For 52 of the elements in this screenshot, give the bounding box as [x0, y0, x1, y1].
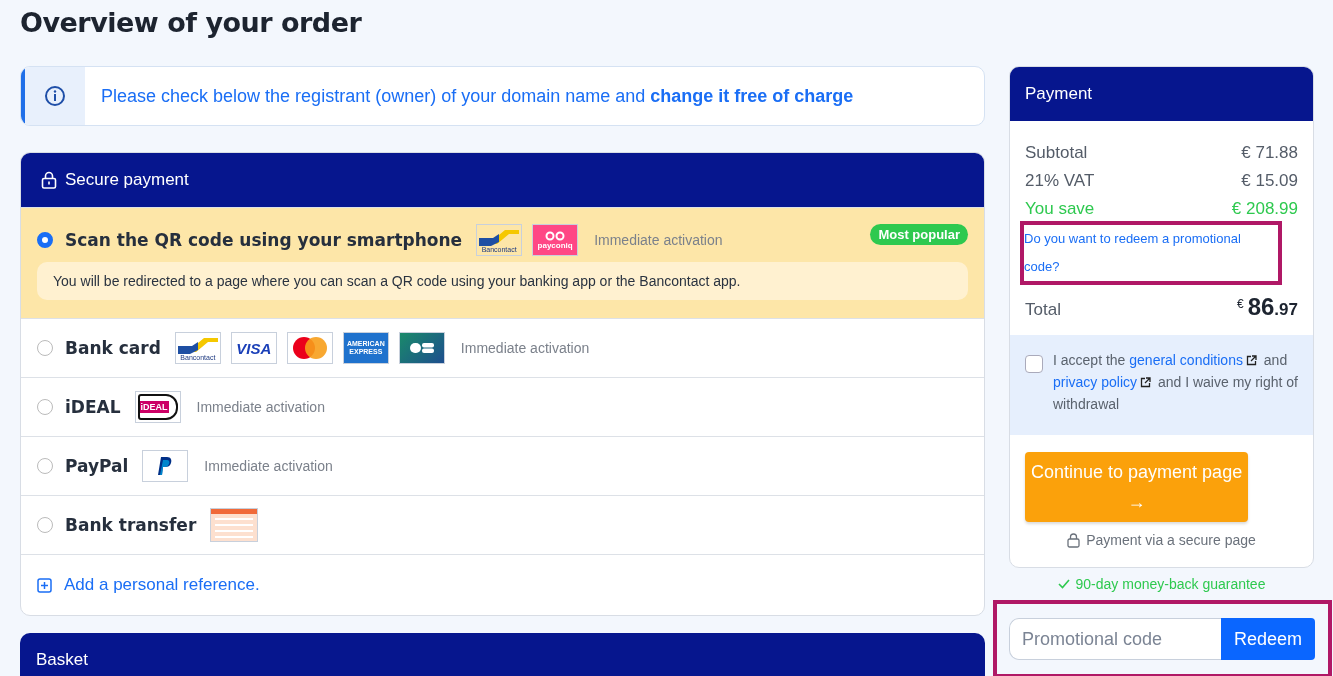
guarantee-text: 90-day money-back guarantee [1075, 576, 1266, 592]
cb-logo [398, 332, 445, 364]
external-link-icon [1140, 377, 1152, 388]
card-title: Payment [1025, 84, 1093, 104]
terms-text: I accept the general conditions and privacy policy and I waive my right of withdrawal [1053, 351, 1298, 414]
panel-title: Secure payment [65, 170, 189, 190]
total-label: Total [1025, 300, 1061, 320]
terms-link[interactable]: privacy policy [1053, 374, 1138, 390]
activation-note: Immediate activation [196, 399, 325, 415]
external-link-icon [1245, 355, 1257, 366]
promo-code-field[interactable]: Promotional code [1009, 618, 1221, 660]
lock-icon [41, 171, 57, 189]
radio-button[interactable] [37, 458, 53, 474]
radio-button[interactable] [37, 399, 53, 415]
check-icon [1057, 579, 1070, 589]
line-value: € 71.88 [1241, 142, 1298, 164]
secure-note: Payment via a secure page [1086, 532, 1256, 548]
radio-button[interactable] [37, 517, 53, 533]
radio-button[interactable] [37, 340, 53, 356]
activation-note: Immediate activation [594, 232, 723, 248]
notice-text: Please check below the registrant (owner) of your domain name and change it free of charge [101, 85, 854, 107]
page-title: Overview of your order [20, 6, 363, 40]
info-icon [44, 85, 66, 107]
payment-method-label[interactable]: Bank transfer [65, 515, 197, 535]
popular-badge: Most popular [870, 224, 968, 245]
payment-method-label[interactable]: Scan the QR code using your smartphone [65, 230, 463, 250]
payment-method-label[interactable]: iDEAL [65, 397, 121, 417]
activation-note: Immediate activation [204, 458, 333, 474]
line-value: € 208.99 [1231, 198, 1298, 220]
radio-button[interactable] [37, 232, 53, 248]
terms-link[interactable]: general conditions [1129, 352, 1243, 368]
line-value: € 15.09 [1241, 170, 1298, 192]
line-label: Subtotal [1025, 142, 1088, 164]
terms-checkbox[interactable] [1025, 355, 1043, 373]
activation-note: Immediate activation [460, 340, 590, 356]
transfer-form-logo [210, 508, 259, 542]
payment-method-label[interactable]: Bank card [65, 338, 161, 358]
paypal-logo [142, 450, 189, 482]
line-label: You save [1025, 198, 1095, 220]
plus-square-icon[interactable] [37, 577, 52, 593]
line-label: 21% VAT [1025, 170, 1095, 192]
total-amount: $^{€}$ 86.97 [1236, 293, 1298, 321]
add-reference-link[interactable]: Add a personal reference. [64, 575, 260, 595]
lock-icon [1067, 532, 1081, 548]
visa-logo: VISA [230, 332, 277, 364]
mastercard-logo [286, 332, 333, 364]
basket-title: Basket [36, 650, 88, 670]
payconiq-logo: payconiq [532, 224, 579, 256]
payment-method-label[interactable]: PayPal [65, 456, 129, 476]
method-description: You will be redirected to a page where you can scan a QR code using your banking app or the Bancontact app. [37, 262, 968, 300]
ideal-logo: iDEAL [134, 391, 181, 423]
redeem-button[interactable]: Redeem [1220, 618, 1315, 660]
